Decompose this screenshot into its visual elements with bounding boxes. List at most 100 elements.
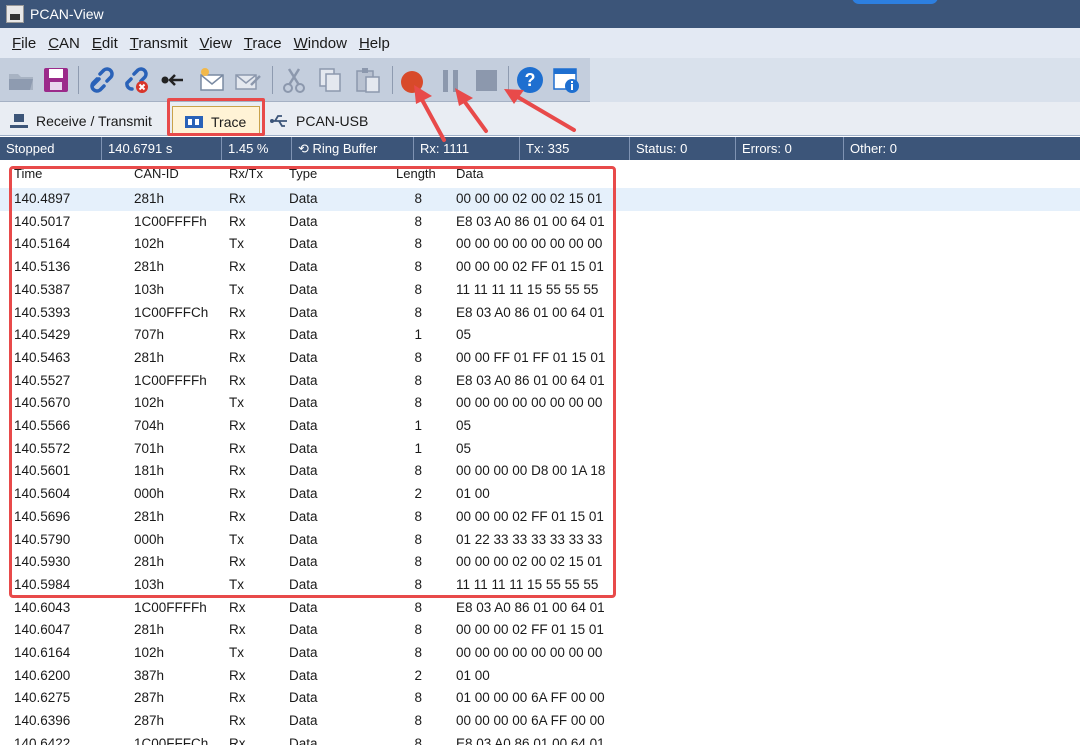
cell-dir: Rx: [229, 259, 246, 275]
cell-time: 140.6047: [14, 622, 71, 638]
cell-id: 707h: [134, 327, 165, 343]
cell-data: 05: [456, 440, 472, 456]
cell-id: 000h: [134, 486, 165, 502]
table-row[interactable]: 140.6047 281h Rx Data 8 00 00 00 02 FF 01 15 …: [0, 619, 1080, 642]
cell-data: E8 03 A0 86 01 00 64 01: [456, 213, 605, 229]
menu-item[interactable]: Trace: [238, 35, 288, 52]
trace-table: Time CAN-ID Rx/Tx Type Length Data 140.4…: [0, 162, 1080, 745]
title-bar-button[interactable]: [852, 0, 938, 4]
edit-message-icon[interactable]: [232, 64, 264, 96]
cell-time: 140.6422: [14, 735, 71, 745]
cell-dir: Rx: [229, 304, 246, 320]
tab-bar: Receive / Transmit Trace PCAN-USB: [0, 102, 1080, 136]
cell-dir: Tx: [229, 236, 244, 252]
menu-item[interactable]: View: [194, 35, 238, 52]
menu-accelerator: E: [91, 34, 102, 52]
table-row[interactable]: 140.5387 103h Tx Data 8 11 11 11 11 15 55 55 …: [0, 279, 1080, 302]
open-folder-icon[interactable]: [6, 64, 38, 96]
cell-len: 2: [414, 486, 422, 502]
column-header-data[interactable]: Data: [456, 166, 483, 181]
cell-len: 8: [414, 554, 422, 570]
column-header-length[interactable]: Length: [396, 166, 436, 181]
column-header-rx-tx[interactable]: Rx/Tx: [229, 166, 263, 181]
record-icon[interactable]: [396, 64, 428, 96]
table-row[interactable]: 140.5670 102h Tx Data 8 00 00 00 00 00 00 00 …: [0, 392, 1080, 415]
save-icon[interactable]: [40, 64, 72, 96]
table-row[interactable]: 140.5566 704h Rx Data 1 05: [0, 415, 1080, 438]
help-icon[interactable]: ?: [514, 64, 546, 96]
cell-len: 8: [414, 645, 422, 660]
paste-icon[interactable]: [352, 64, 384, 96]
cell-dir: Tx: [229, 531, 244, 547]
tab-receive-transmit[interactable]: Receive / Transmit: [10, 106, 168, 136]
status-buffer[interactable]: ⟲ Ring Buffer: [292, 137, 414, 160]
cell-len: 8: [414, 259, 422, 275]
table-row[interactable]: 140.5604 000h Rx Data 2 01 00: [0, 483, 1080, 506]
table-row[interactable]: 140.5136 281h Rx Data 8 00 00 00 02 FF 01 15 …: [0, 256, 1080, 279]
cell-len: 8: [414, 690, 422, 706]
cell-type: Data: [289, 599, 318, 615]
cell-type: Data: [289, 236, 318, 252]
menu-label: ransmit: [138, 34, 188, 52]
table-row[interactable]: 140.5164 102h Tx Data 8 00 00 00 00 00 00 00 …: [0, 233, 1080, 256]
table-row[interactable]: 140.5393 1C00FFFCh Rx Data 8 E8 03 A0 86 01 0…: [0, 302, 1080, 325]
cut-icon[interactable]: [278, 64, 310, 96]
cell-id: 1C00FFFCh: [134, 304, 209, 320]
table-row[interactable]: 140.5601 181h Rx Data 8 00 00 00 00 D8 00 1A …: [0, 460, 1080, 483]
stop-icon[interactable]: [470, 64, 502, 96]
table-row[interactable]: 140.5429 707h Rx Data 1 05: [0, 324, 1080, 347]
ring-buffer-icon: ⟲: [298, 141, 313, 156]
cell-time: 140.6396: [14, 713, 71, 729]
cell-time: 140.5601: [14, 463, 71, 479]
table-row[interactable]: 140.5017 1C00FFFFh Rx Data 8 E8 03 A0 86 01 0…: [0, 211, 1080, 234]
tab-pcan-usb[interactable]: PCAN-USB: [270, 106, 380, 136]
new-message-icon[interactable]: [196, 64, 228, 96]
menu-accelerator: V: [199, 34, 210, 52]
cell-id: 102h: [134, 395, 165, 411]
copy-icon[interactable]: [314, 64, 346, 96]
column-header-time[interactable]: Time: [14, 166, 42, 181]
info-icon[interactable]: [550, 64, 582, 96]
table-row[interactable]: 140.5463 281h Rx Data 8 00 00 FF 01 FF 01 15 …: [0, 347, 1080, 370]
menu-label: dit: [101, 34, 118, 52]
column-header-can-id[interactable]: CAN-ID: [134, 166, 179, 181]
menu-item[interactable]: Edit: [86, 35, 124, 52]
cell-data: 00 00 00 00 00 00 00 00: [456, 395, 603, 411]
cell-id: 281h: [134, 259, 165, 275]
toolbar-area: ?: [0, 58, 590, 102]
cell-type: Data: [289, 349, 318, 365]
table-row[interactable]: 140.6422 1C00FFFCh Rx Data 8 E8 03 A0 86 01 0…: [0, 733, 1080, 745]
table-row[interactable]: 140.6043 1C00FFFFh Rx Data 8 E8 03 A0 86 01 0…: [0, 597, 1080, 620]
table-row[interactable]: 140.5696 281h Rx Data 8 00 00 00 02 FF 01 15 …: [0, 506, 1080, 529]
reset-icon[interactable]: [156, 64, 188, 96]
cell-time: 140.4897: [14, 191, 71, 206]
table-row[interactable]: 140.6164 102h Tx Data 8 00 00 00 00 00 00 00 …: [0, 642, 1080, 665]
connect-icon[interactable]: [86, 64, 118, 96]
menu-item[interactable]: Window: [288, 35, 353, 52]
table-row[interactable]: 140.5984 103h Tx Data 8 11 11 11 11 15 55 55 …: [0, 574, 1080, 597]
table-row[interactable]: 140.4897 281h Rx Data 8 00 00 00 02 00 02 15 …: [0, 188, 1080, 211]
cell-time: 140.5696: [14, 508, 71, 524]
cell-id: 281h: [134, 349, 165, 365]
table-row[interactable]: 140.5930 281h Rx Data 8 00 00 00 02 00 02 15 …: [0, 551, 1080, 574]
cell-id: 181h: [134, 463, 165, 479]
menu-item[interactable]: Help: [353, 35, 396, 52]
cell-len: 8: [414, 463, 422, 479]
table-row[interactable]: 140.5790 000h Tx Data 8 01 22 33 33 33 33 33 …: [0, 529, 1080, 552]
menu-item[interactable]: File: [6, 35, 42, 52]
cell-dir: Rx: [229, 349, 246, 365]
table-row[interactable]: 140.6396 287h Rx Data 8 00 00 00 00 6A FF 00 …: [0, 710, 1080, 733]
column-header-type[interactable]: Type: [289, 166, 317, 181]
cell-data: 05: [456, 327, 472, 343]
menu-label: AN: [59, 34, 80, 52]
cell-time: 140.6200: [14, 667, 71, 683]
table-row[interactable]: 140.5572 701h Rx Data 1 05: [0, 438, 1080, 461]
table-row[interactable]: 140.6275 287h Rx Data 8 01 00 00 00 6A FF 00 …: [0, 687, 1080, 710]
table-row[interactable]: 140.5527 1C00FFFFh Rx Data 8 E8 03 A0 86 01 0…: [0, 370, 1080, 393]
menu-item[interactable]: CAN: [42, 35, 86, 52]
menu-item[interactable]: Transmit: [124, 35, 194, 52]
pause-icon[interactable]: [434, 64, 466, 96]
tab-label: Receive / Transmit: [36, 113, 152, 129]
disconnect-icon[interactable]: [120, 64, 152, 96]
table-row[interactable]: 140.6200 387h Rx Data 2 01 00: [0, 665, 1080, 688]
